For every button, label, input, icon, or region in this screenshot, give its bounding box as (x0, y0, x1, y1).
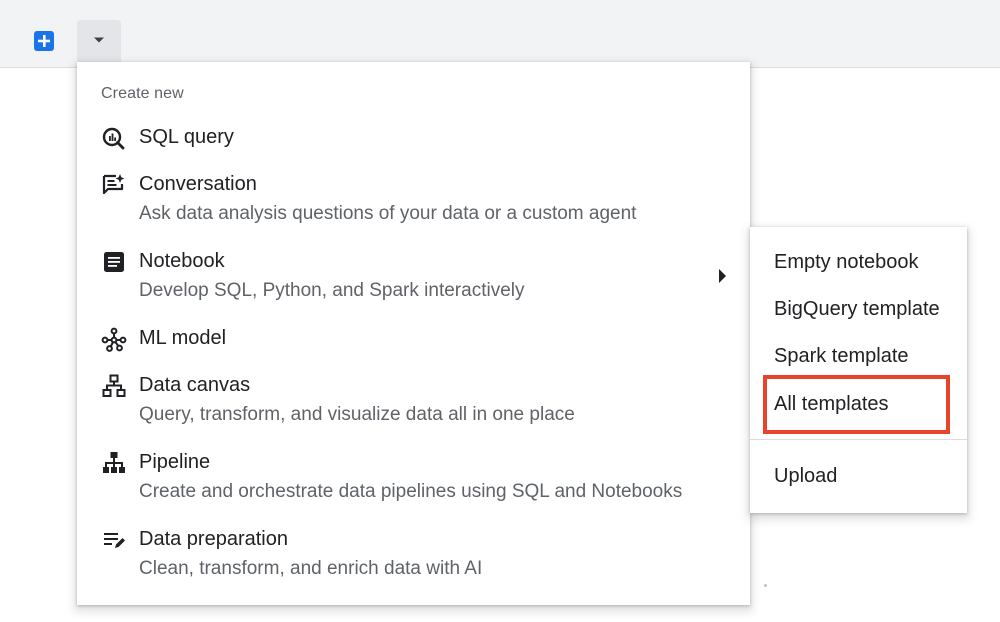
menu-item-description: Query, transform, and visualize data all… (139, 404, 575, 425)
submenu-item-upload[interactable]: Upload (774, 465, 837, 488)
data-preparation-icon (104, 533, 125, 548)
pipeline-icon (103, 452, 125, 473)
menu-item-description: Clean, transform, and enrich data with A… (139, 558, 483, 579)
submenu-item-empty-notebook[interactable]: Empty notebook (774, 251, 919, 274)
menu-item-description: Develop SQL, Python, and Spark interacti… (139, 280, 525, 301)
menu-item-title: Data preparation (139, 528, 288, 550)
menu-header: Create new (101, 85, 184, 102)
menu-item-title: Conversation (139, 173, 257, 195)
create-dropdown-button[interactable] (77, 20, 121, 62)
submenu-arrow-icon (719, 269, 726, 283)
menu-item-notebook[interactable]: Notebook Develop SQL, Python, and Spark … (77, 245, 750, 309)
notebook-submenu: Empty notebook BigQuery template Spark t… (750, 227, 967, 513)
highlight-box (763, 375, 950, 434)
plus-square-icon[interactable] (34, 31, 54, 51)
notebook-icon (104, 252, 124, 272)
menu-item-data-canvas[interactable]: Data canvas Query, transform, and visual… (77, 369, 750, 433)
top-toolbar (0, 0, 1000, 68)
conversation-icon (102, 174, 125, 195)
submenu-item-spark-template[interactable]: Spark template (774, 345, 909, 368)
menu-item-data-preparation[interactable]: Data preparation Clean, transform, and e… (77, 523, 750, 587)
sql-query-icon (102, 127, 125, 150)
menu-item-ml-model[interactable]: ML model (77, 322, 750, 362)
menu-item-description: Ask data analysis questions of your data… (139, 203, 637, 224)
data-canvas-icon (102, 374, 126, 397)
menu-item-title: SQL query (139, 126, 234, 148)
menu-item-pipeline[interactable]: Pipeline Create and orchestrate data pip… (77, 446, 750, 510)
submenu-item-bigquery-template[interactable]: BigQuery template (774, 298, 940, 321)
menu-item-title: Pipeline (139, 451, 211, 473)
caret-down-icon (94, 37, 104, 43)
menu-item-title: Notebook (139, 250, 225, 272)
menu-item-title: Data canvas (139, 374, 251, 396)
menu-item-sql-query[interactable]: SQL query (77, 120, 750, 160)
menu-item-description: Create and orchestrate data pipelines us… (139, 481, 683, 502)
menu-item-title: ML model (139, 327, 227, 349)
decorative-dot (764, 584, 767, 587)
create-new-menu: Create new SQL query Conversation Ask da… (77, 62, 750, 605)
divider (750, 439, 967, 440)
ml-model-icon (101, 327, 127, 352)
menu-item-conversation[interactable]: Conversation Ask data analysis questions… (77, 168, 750, 232)
